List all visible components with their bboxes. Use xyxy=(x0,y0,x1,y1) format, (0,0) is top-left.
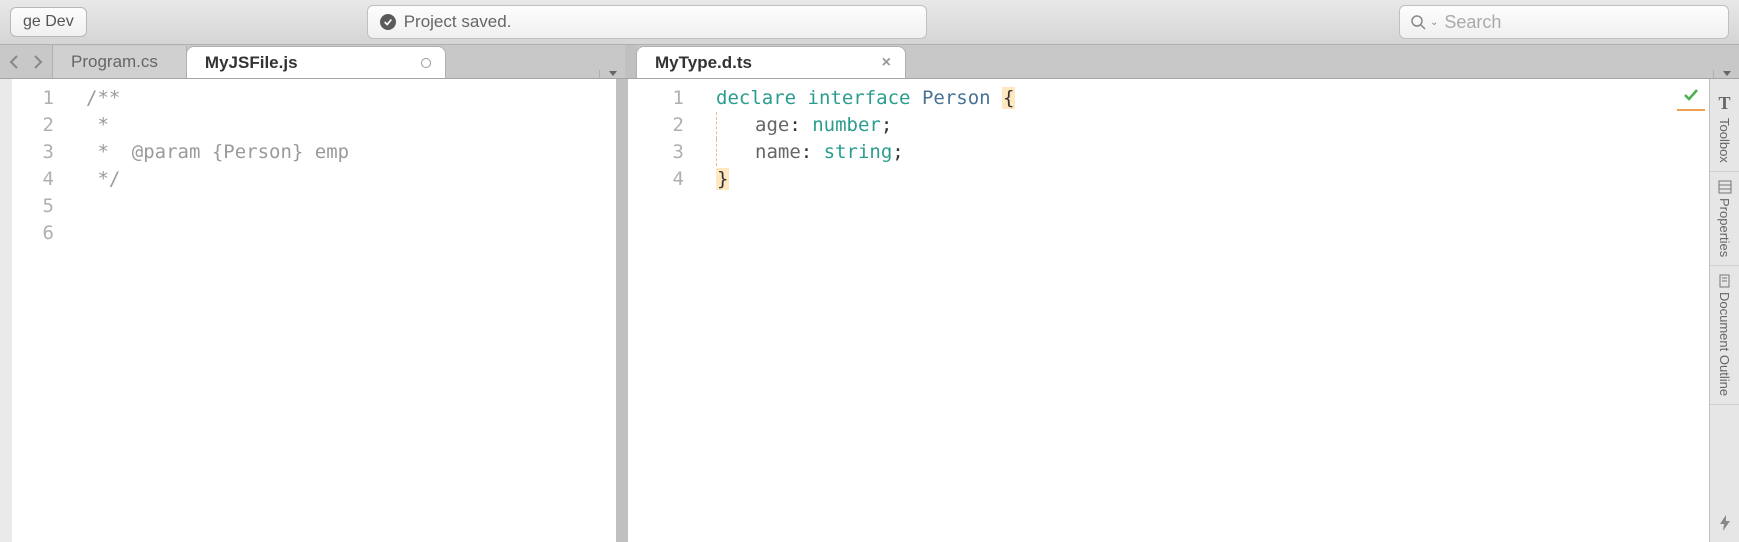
right-editor-pane[interactable]: 1 2 3 4 declare interface Person { age: … xyxy=(628,79,1709,542)
marker-stripe xyxy=(1677,109,1705,111)
sidebar-tool-label: Toolbox xyxy=(1717,118,1732,163)
line-number: 4 xyxy=(628,166,684,193)
indent-guide xyxy=(716,139,717,166)
config-label: ge Dev xyxy=(23,13,74,31)
tab-mytype[interactable]: MyType.d.ts × xyxy=(636,46,906,78)
code-text: interface xyxy=(808,87,911,109)
code-text: declare xyxy=(716,87,796,109)
code-text: * xyxy=(86,114,109,136)
code-text: {Person} emp xyxy=(200,141,349,163)
left-tab-group: Program.cs MyJSFile.js xyxy=(53,45,625,78)
sidebar-tool-label: Properties xyxy=(1717,198,1732,257)
tab-bar: Program.cs MyJSFile.js MyType.d.ts × xyxy=(0,45,1739,79)
line-number: 6 xyxy=(12,220,54,247)
tab-program-cs[interactable]: Program.cs xyxy=(53,46,187,78)
code-text: /** xyxy=(86,87,120,109)
line-number: 2 xyxy=(12,112,54,139)
status-ok-icon xyxy=(1683,87,1699,108)
sidebar-tool-toolbox[interactable]: T Toolbox xyxy=(1710,85,1739,172)
line-number: 3 xyxy=(12,139,54,166)
line-number: 1 xyxy=(628,85,684,112)
code-area[interactable]: declare interface Person { age: number; … xyxy=(698,79,1709,542)
close-icon[interactable]: × xyxy=(882,55,891,71)
tab-overflow-button[interactable] xyxy=(599,70,625,78)
line-number: 2 xyxy=(628,112,684,139)
code-text: * xyxy=(86,141,132,163)
line-gutter: 1 2 3 4 5 6 xyxy=(12,79,68,542)
code-text: Person xyxy=(922,87,991,109)
code-text: } xyxy=(716,168,729,190)
code-text: age xyxy=(755,114,789,136)
code-text: ; xyxy=(881,114,892,136)
right-tab-group: MyType.d.ts × xyxy=(637,45,1739,78)
unsaved-indicator-icon xyxy=(421,58,431,68)
properties-icon xyxy=(1718,180,1732,194)
tab-label: MyJSFile.js xyxy=(205,53,298,73)
tab-myjsfile[interactable]: MyJSFile.js xyxy=(186,46,446,78)
code-text: string xyxy=(824,141,893,163)
tab-overflow-button[interactable] xyxy=(1713,70,1739,78)
code-text: */ xyxy=(86,168,120,190)
editor-container: 1 2 3 4 5 6 /** * * @param {Person} emp … xyxy=(0,79,1739,542)
code-text: { xyxy=(1002,87,1015,109)
nav-forward-button[interactable] xyxy=(32,55,44,69)
search-input[interactable] xyxy=(1444,12,1718,33)
line-number: 3 xyxy=(628,139,684,166)
code-text: name xyxy=(755,141,801,163)
sidebar-tool-document-outline[interactable]: Document Outline xyxy=(1710,266,1739,405)
code-text: ; xyxy=(892,141,903,163)
nav-arrows xyxy=(0,45,53,78)
code-area[interactable]: /** * * @param {Person} emp */ xyxy=(68,79,616,542)
line-number: 5 xyxy=(12,193,54,220)
pane-splitter[interactable] xyxy=(616,79,628,542)
bolt-icon[interactable] xyxy=(1718,509,1732,542)
check-circle-icon xyxy=(380,14,396,30)
code-text: number xyxy=(812,114,881,136)
document-outline-icon xyxy=(1718,274,1732,288)
indent-guide xyxy=(716,112,717,139)
toolbox-icon: T xyxy=(1719,93,1731,114)
left-editor-pane[interactable]: 1 2 3 4 5 6 /** * * @param {Person} emp … xyxy=(0,79,616,542)
code-text: : xyxy=(789,114,812,136)
tab-label: Program.cs xyxy=(71,52,158,72)
nav-back-button[interactable] xyxy=(8,55,20,69)
search-box[interactable]: ⌄ xyxy=(1399,5,1729,39)
search-icon xyxy=(1410,14,1426,30)
right-sidebar: T Toolbox Properties Document Outline xyxy=(1709,79,1739,542)
line-number: 1 xyxy=(12,85,54,112)
config-dropdown-button[interactable]: ge Dev xyxy=(10,7,87,37)
top-toolbar: ge Dev Project saved. ⌄ xyxy=(0,0,1739,45)
code-text: @param xyxy=(132,141,201,163)
status-bar: Project saved. xyxy=(367,5,927,39)
sidebar-tool-properties[interactable]: Properties xyxy=(1710,172,1739,266)
tab-label: MyType.d.ts xyxy=(655,53,752,73)
line-number: 4 xyxy=(12,166,54,193)
line-gutter: 1 2 3 4 xyxy=(628,79,698,542)
sidebar-tool-label: Document Outline xyxy=(1717,292,1732,396)
code-text: : xyxy=(801,141,824,163)
chevron-down-icon: ⌄ xyxy=(1430,17,1438,28)
status-text: Project saved. xyxy=(404,12,512,32)
